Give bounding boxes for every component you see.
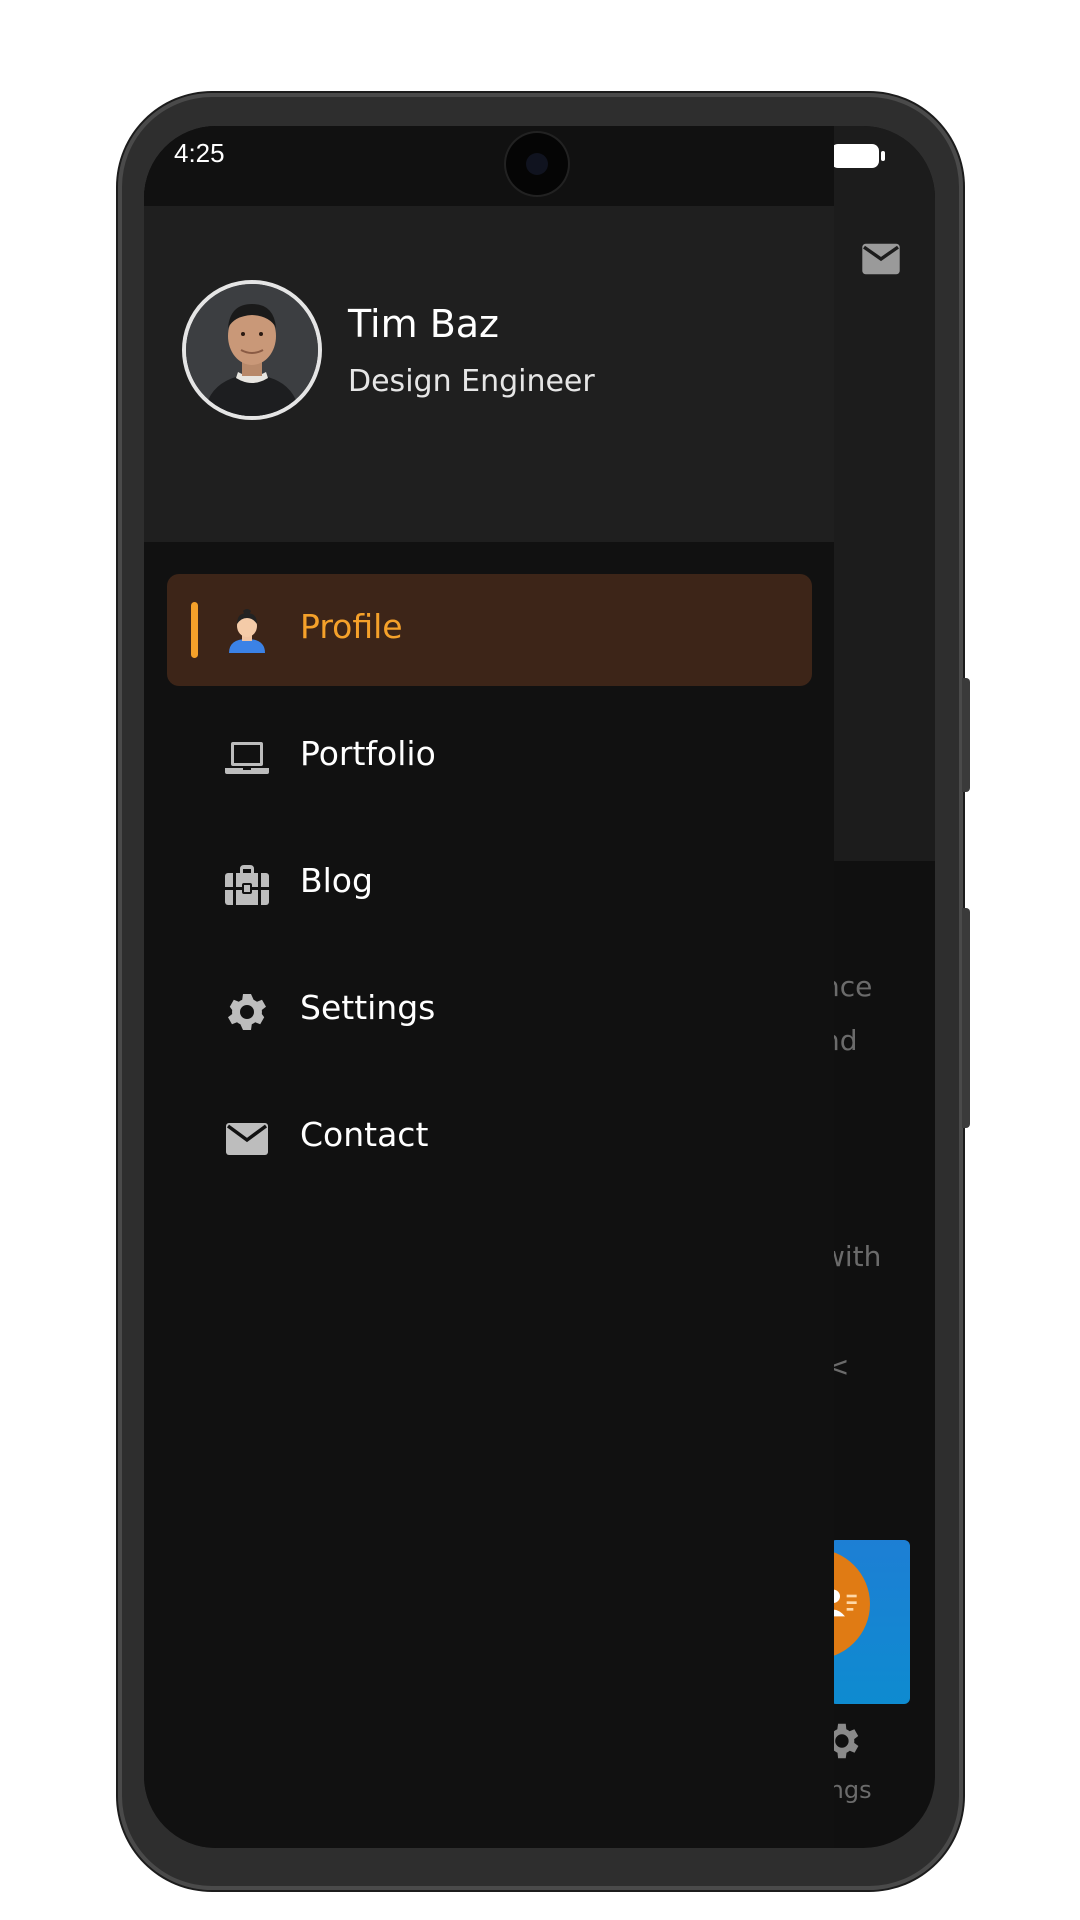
active-indicator — [191, 602, 198, 658]
mail-icon[interactable] — [860, 242, 902, 276]
user-icon — [229, 609, 265, 653]
front-camera — [506, 133, 568, 195]
menu-item-label: Settings — [300, 988, 436, 1027]
user-role: Design Engineer — [348, 364, 595, 399]
menu-item-label: Blog — [300, 861, 373, 900]
volume-button — [962, 678, 970, 792]
phone-screen: nce nd with < ings Tim Baz Design Engine… — [144, 126, 935, 1848]
menu-item-label: Portfolio — [300, 734, 436, 773]
power-button — [962, 908, 970, 1128]
user-name: Tim Baz — [348, 302, 499, 346]
avatar-photo — [186, 284, 318, 416]
avatar[interactable] — [182, 280, 322, 420]
menu-item-contact[interactable]: Contact — [167, 1082, 812, 1194]
menu-item-profile[interactable]: Profile — [167, 574, 812, 686]
menu-item-label: Profile — [300, 607, 403, 646]
briefcase-icon — [225, 865, 269, 905]
navigation-drawer: Tim Baz Design Engineer Profile Portfoli… — [144, 126, 834, 1848]
drawer-status-area — [144, 126, 834, 206]
menu-item-settings[interactable]: Settings — [167, 955, 812, 1067]
laptop-icon — [225, 742, 269, 774]
mail-icon — [226, 1123, 268, 1155]
gear-icon — [228, 994, 266, 1030]
status-time: 4:25 — [174, 138, 225, 168]
menu-item-label: Contact — [300, 1115, 429, 1154]
menu-item-portfolio[interactable]: Portfolio — [167, 701, 812, 813]
menu-item-blog[interactable]: Blog — [167, 828, 812, 940]
